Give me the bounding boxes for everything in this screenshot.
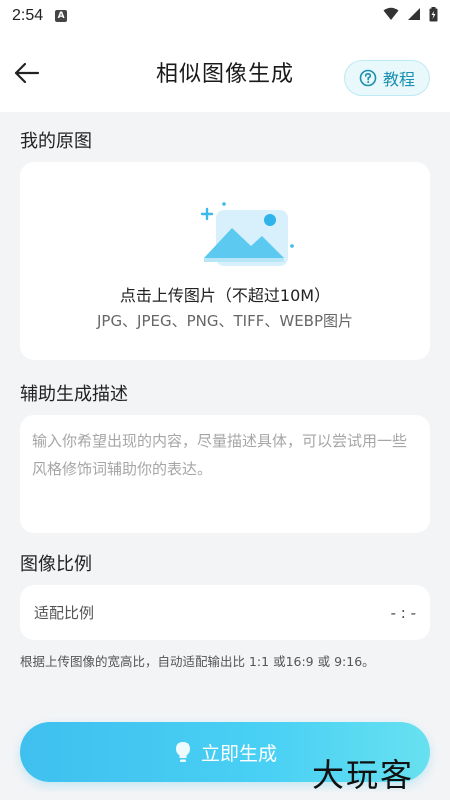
ratio-value: - : - xyxy=(390,603,416,622)
signal-icon xyxy=(407,7,421,25)
arrow-left-icon xyxy=(14,62,40,84)
tutorial-button[interactable]: 教程 xyxy=(344,60,430,96)
description-card xyxy=(20,415,430,533)
ratio-title: 图像比例 xyxy=(20,554,92,575)
status-time: 2:54 xyxy=(12,7,44,24)
tutorial-label: 教程 xyxy=(382,70,415,89)
original-image-title: 我的原图 xyxy=(20,131,92,152)
status-icons xyxy=(383,6,438,26)
description-title: 辅助生成描述 xyxy=(20,384,128,405)
lightbulb-icon xyxy=(175,742,190,762)
description-input[interactable] xyxy=(32,427,418,521)
battery-icon xyxy=(429,6,438,26)
page-title: 相似图像生成 xyxy=(155,62,294,87)
question-circle-icon xyxy=(359,69,377,87)
ratio-label: 适配比例 xyxy=(34,604,95,622)
bottom-bar xyxy=(0,792,450,800)
notification-badge-icon: A xyxy=(55,10,68,22)
upload-formats: JPG、JPEG、PNG、TIFF、WEBP图片 xyxy=(96,312,354,330)
app-header: 相似图像生成 教程 xyxy=(0,32,450,112)
wifi-icon xyxy=(383,7,399,25)
watermark-logo: 大玩客 xyxy=(312,756,415,794)
upload-image-area[interactable]: 点击上传图片（不超过10M） JPG、JPEG、PNG、TIFF、WEBP图片 xyxy=(20,162,430,360)
generate-label: 立即生成 xyxy=(200,742,277,765)
upload-instruction: 点击上传图片（不超过10M） xyxy=(119,286,331,305)
image-upload-icon xyxy=(200,202,294,266)
ratio-hint: 根据上传图像的宽高比，自动适配输出比 1:1 或16:9 或 9:16。 xyxy=(20,654,375,669)
status-bar: 2:54 A xyxy=(0,0,450,32)
ratio-selector[interactable]: 适配比例 - : - xyxy=(20,585,430,640)
back-button[interactable] xyxy=(12,58,42,88)
